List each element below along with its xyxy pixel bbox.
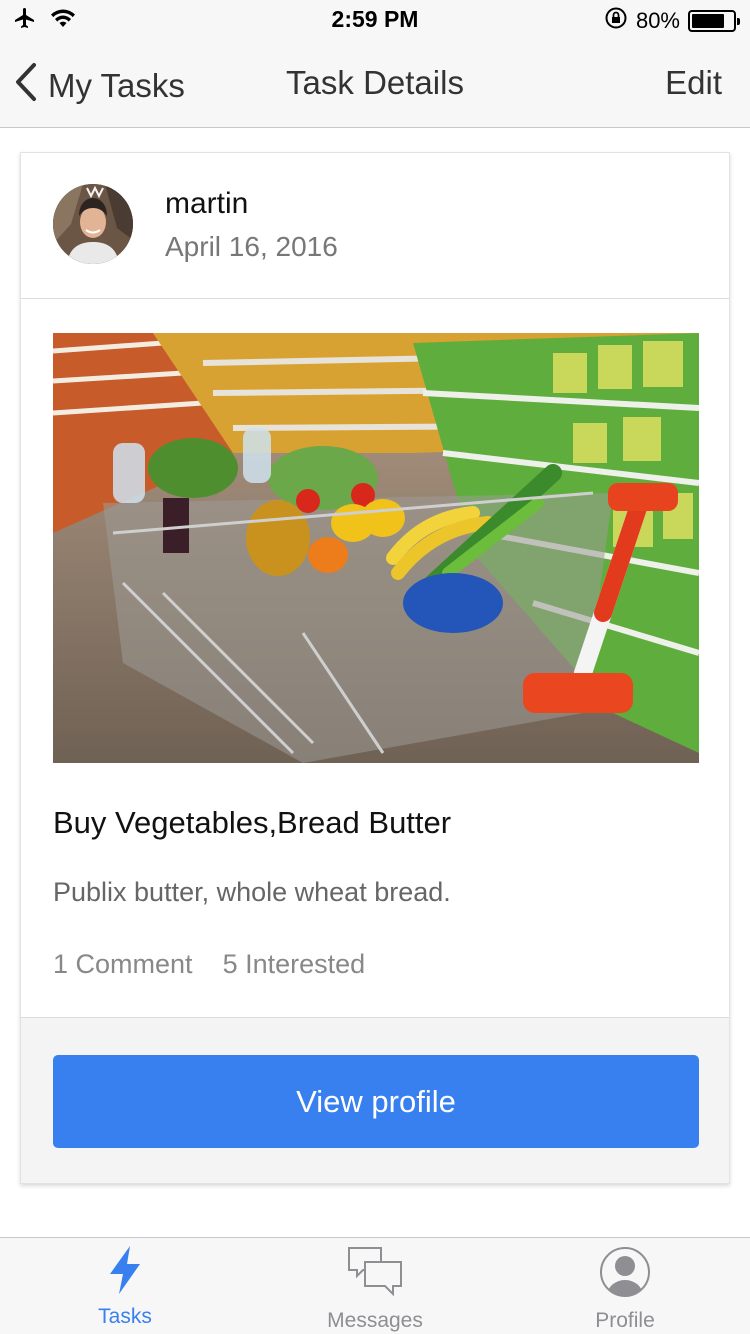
task-stats: 1 Comment 5 Interested — [53, 949, 365, 980]
user-name[interactable]: martin — [165, 187, 248, 221]
card-footer: View profile — [21, 1017, 729, 1183]
tab-tasks-label: Tasks — [98, 1305, 152, 1328]
post-date: April 16, 2016 — [165, 231, 338, 262]
battery-level — [692, 14, 724, 28]
status-right: 80% — [604, 6, 740, 36]
view-profile-button[interactable]: View profile — [53, 1055, 699, 1148]
avatar[interactable] — [53, 184, 133, 264]
page-title: Task Details — [286, 64, 464, 101]
tab-tasks[interactable]: Tasks — [45, 1246, 205, 1329]
battery-icon — [688, 10, 740, 32]
comments-count[interactable]: 1 Comment — [53, 949, 193, 980]
status-bar: 2:59 PM 80% — [0, 0, 750, 40]
navigation-bar: My Tasks Task Details Edit — [0, 40, 750, 128]
tab-bar: Tasks Messages Profile — [0, 1237, 750, 1334]
edit-button[interactable]: Edit — [665, 64, 722, 102]
battery-percent: 80% — [635, 8, 680, 33]
task-photo — [53, 333, 699, 763]
card-header: martin April 16, 2016 — [21, 153, 729, 299]
tab-messages-label: Messages — [327, 1309, 423, 1332]
tab-profile-label: Profile — [595, 1309, 655, 1332]
rotation-lock-icon — [604, 6, 628, 36]
chat-bubbles-icon — [347, 1246, 403, 1303]
task-description: Publix butter, whole wheat bread. — [53, 877, 451, 907]
lightning-icon — [108, 1246, 142, 1299]
tab-messages[interactable]: Messages — [295, 1246, 455, 1333]
profile-icon — [599, 1246, 651, 1303]
tab-profile[interactable]: Profile — [545, 1246, 705, 1333]
task-card: martin April 16, 2016 Buy Vegetables,Bre… — [20, 152, 730, 1184]
task-title: Buy Vegetables,Bread Butter — [53, 805, 452, 840]
interested-count[interactable]: 5 Interested — [223, 949, 366, 980]
